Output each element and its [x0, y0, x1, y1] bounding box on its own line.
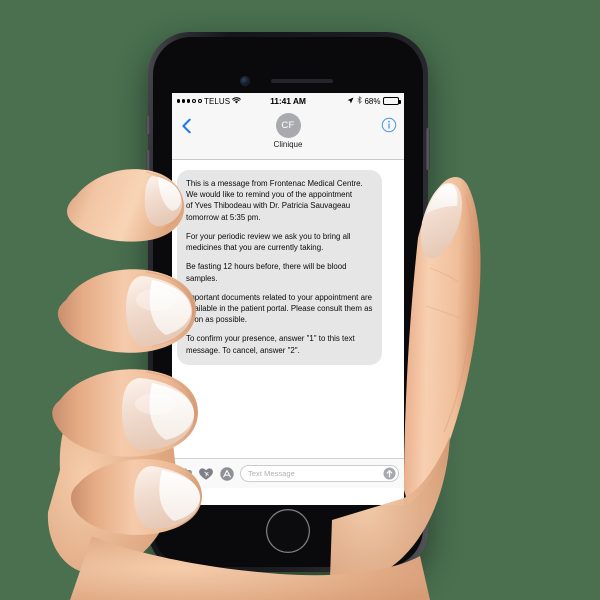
earpiece-speaker	[271, 79, 333, 83]
contact-header[interactable]: CF Clinique	[172, 113, 404, 149]
navigation-bar: CF Clinique	[172, 109, 404, 160]
contact-name-label: Clinique	[273, 140, 303, 149]
message-input-toolbar: Text Message	[172, 458, 404, 488]
status-bar: TELUS 11:41 AM 68%	[172, 93, 404, 109]
battery-icon	[383, 97, 401, 105]
scene: TELUS 11:41 AM 68% CF Clinique This is a…	[0, 0, 600, 600]
avatar[interactable]: CF	[275, 113, 301, 138]
conversation-area: This is a message from Frontenac Medical…	[172, 160, 404, 458]
message-paragraph: To confirm your presence, answer "1" to …	[186, 334, 355, 355]
volume-down-button[interactable]	[146, 188, 150, 218]
message-bubble-incoming[interactable]: This is a message from Frontenac Medical…	[177, 170, 382, 365]
app-store-a-icon[interactable]	[219, 466, 235, 482]
message-paragraph: This is a message from Frontenac Medical…	[186, 179, 363, 222]
front-camera-icon	[241, 77, 249, 85]
message-input-field[interactable]: Text Message	[240, 465, 399, 482]
location-arrow-icon	[347, 96, 354, 106]
bluetooth-icon	[357, 96, 362, 106]
phone-bezel: TELUS 11:41 AM 68% CF Clinique This is a…	[153, 37, 423, 567]
top-hardware	[153, 37, 423, 93]
message-paragraph: Be fasting 12 hours before, there will b…	[186, 262, 347, 283]
volume-up-button[interactable]	[146, 150, 150, 180]
info-button[interactable]	[381, 117, 397, 133]
message-input-placeholder: Text Message	[248, 469, 295, 478]
home-button[interactable]	[266, 509, 310, 553]
iphone-device: TELUS 11:41 AM 68% CF Clinique This is a…	[146, 32, 430, 572]
heart-hand-icon[interactable]	[198, 466, 214, 482]
status-bar-right: 68%	[347, 96, 401, 106]
message-paragraph: Important documents related to your appo…	[186, 292, 373, 325]
send-button[interactable]	[383, 467, 396, 480]
mute-switch[interactable]	[146, 116, 150, 134]
message-paragraph: For your periodic review we ask you to b…	[186, 231, 351, 253]
phone-screen: TELUS 11:41 AM 68% CF Clinique This is a…	[172, 93, 404, 505]
camera-icon[interactable]	[177, 466, 193, 482]
power-button[interactable]	[426, 128, 430, 170]
battery-percent-label: 68%	[364, 96, 381, 106]
